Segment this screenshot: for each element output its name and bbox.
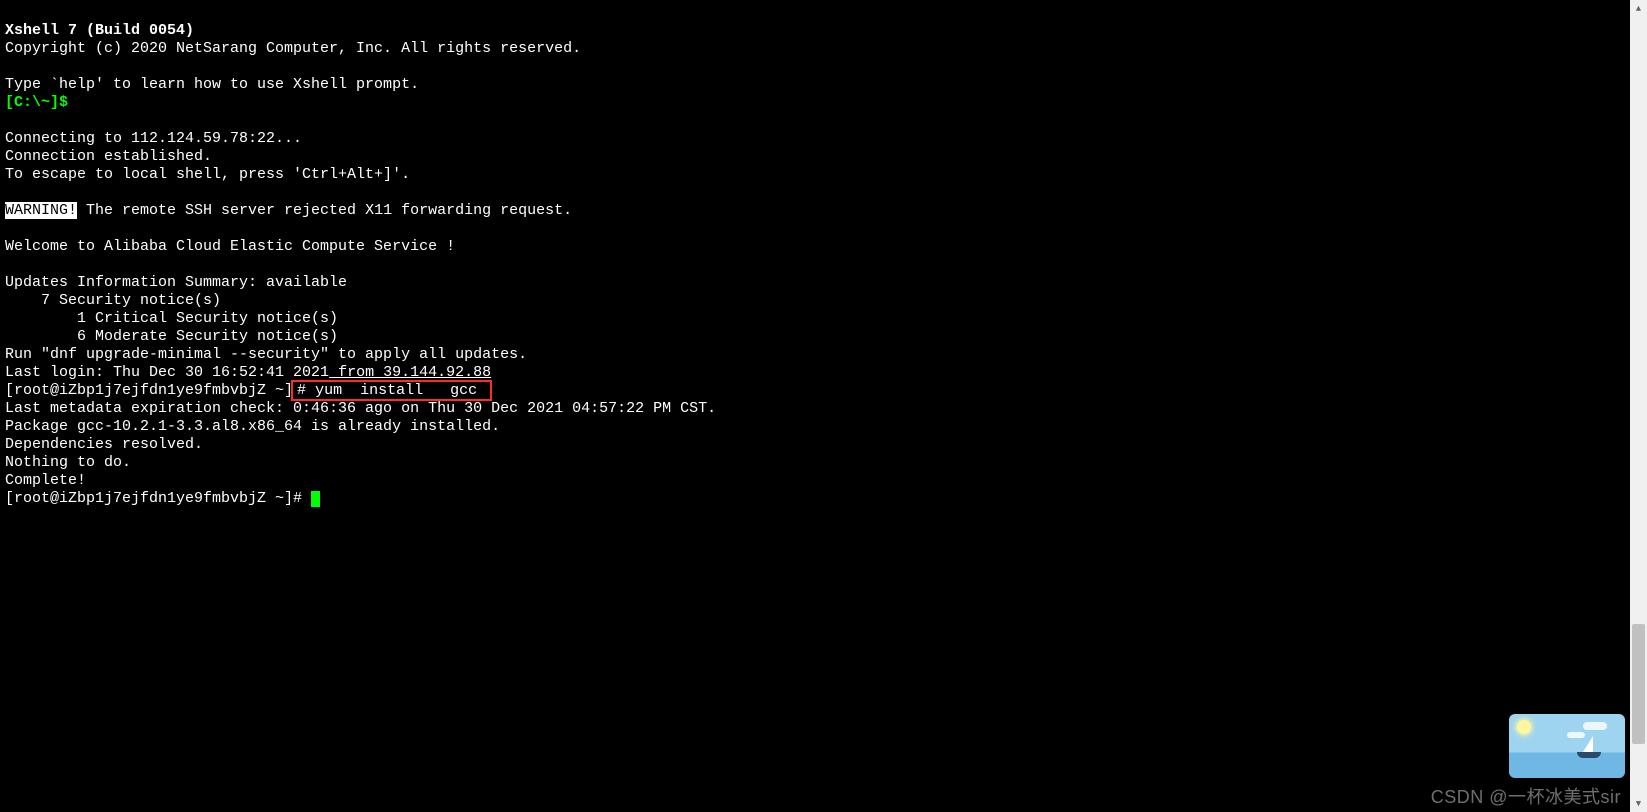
- cursor-icon: [311, 491, 320, 507]
- prompt-hash: #: [297, 382, 306, 399]
- updates-header: Updates Information Summary: available: [5, 274, 347, 291]
- copyright-line: Copyright (c) 2020 NetSarang Computer, I…: [5, 40, 581, 57]
- package-installed: Package gcc-10.2.1-3.3.al8.x86_64 is alr…: [5, 418, 500, 435]
- scroll-down-button[interactable]: ▼: [1630, 795, 1647, 812]
- connecting-line: Connecting to 112.124.59.78:22...: [5, 130, 302, 147]
- help-line: Type `help' to learn how to use Xshell p…: [5, 76, 419, 93]
- complete-line: Complete!: [5, 472, 86, 489]
- security-moderate: 6 Moderate Security notice(s): [5, 328, 338, 345]
- highlighted-command: # yum install gcc: [291, 380, 492, 401]
- established-line: Connection established.: [5, 148, 212, 165]
- shell-prompt-2: [root@iZbp1j7ejfdn1ye9fmbvbjZ ~]#: [5, 490, 311, 507]
- vertical-scrollbar[interactable]: ▲ ▼: [1630, 0, 1647, 812]
- warning-label: WARNING!: [5, 202, 77, 219]
- command-text: yum install gcc: [306, 382, 486, 399]
- scroll-up-button[interactable]: ▲: [1630, 0, 1647, 17]
- decorative-thumbnail: [1509, 714, 1625, 778]
- welcome-line: Welcome to Alibaba Cloud Elastic Compute…: [5, 238, 455, 255]
- metadata-check: Last metadata expiration check: 0:46:36 …: [5, 400, 716, 417]
- warning-text: The remote SSH server rejected X11 forwa…: [77, 202, 572, 219]
- shell-prompt-1: [root@iZbp1j7ejfdn1ye9fmbvbjZ ~]: [5, 382, 293, 399]
- escape-line: To escape to local shell, press 'Ctrl+Al…: [5, 166, 410, 183]
- scrollbar-thumb[interactable]: [1632, 624, 1645, 744]
- run-hint: Run "dnf upgrade-minimal --security" to …: [5, 346, 527, 363]
- last-login-from: from 39.144.92.88: [329, 364, 491, 381]
- nothing-to-do: Nothing to do.: [5, 454, 131, 471]
- scrollbar-track[interactable]: [1630, 17, 1647, 795]
- app-title: Xshell 7 (Build 0054): [5, 22, 194, 39]
- last-login-prefix: Last login: Thu Dec 30 16:52:41 2021: [5, 364, 329, 381]
- terminal-output[interactable]: Xshell 7 (Build 0054) Copyright (c) 2020…: [0, 0, 1647, 512]
- security-critical: 1 Critical Security notice(s): [5, 310, 338, 327]
- watermark-text: CSDN @一杯冰美式sir: [1431, 788, 1621, 806]
- deps-resolved: Dependencies resolved.: [5, 436, 203, 453]
- local-prompt: [C:\~]$: [5, 94, 68, 111]
- security-total: 7 Security notice(s): [5, 292, 221, 309]
